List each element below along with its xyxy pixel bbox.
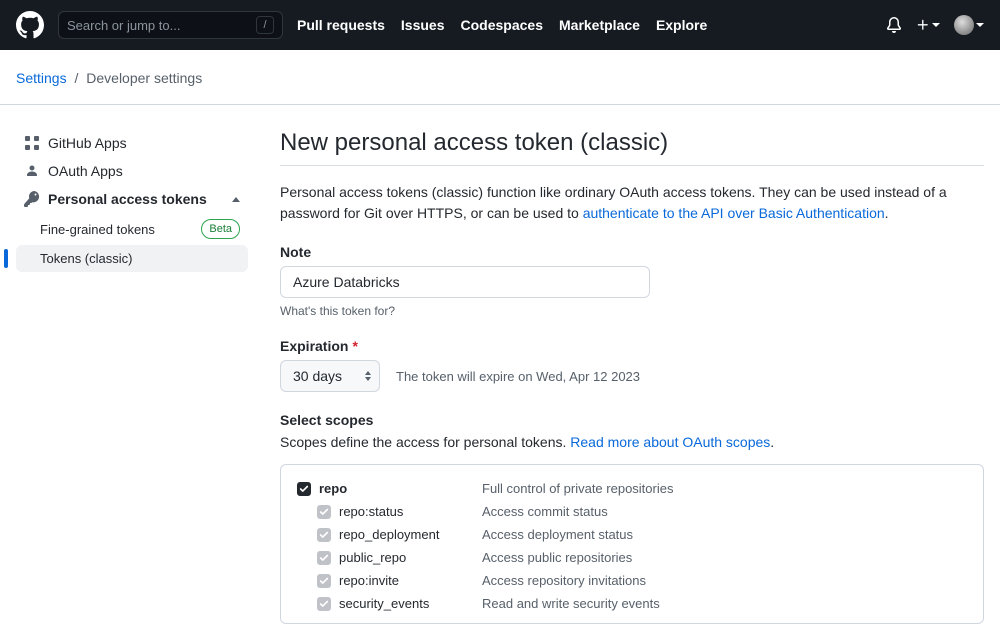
scope-description: Read and write security events	[482, 596, 660, 611]
scope-checkbox-public-repo[interactable]	[317, 551, 331, 565]
check-icon	[299, 484, 309, 494]
expiration-note: The token will expire on Wed, Apr 12 202…	[396, 369, 640, 384]
global-header: Search or jump to... / Pull requests Iss…	[0, 0, 1000, 50]
nav-marketplace[interactable]: Marketplace	[559, 17, 640, 33]
breadcrumb-current: Developer settings	[86, 70, 202, 86]
user-menu[interactable]	[954, 15, 984, 35]
scope-checkbox-repo-status[interactable]	[317, 505, 331, 519]
check-icon	[319, 507, 329, 517]
scope-row-repo-deployment: repo_deployment Access deployment status	[297, 523, 967, 546]
sidebar-item-label: Personal access tokens	[48, 191, 224, 207]
scopes-subtext: Scopes define the access for personal to…	[280, 434, 984, 450]
main-content: New personal access token (classic) Pers…	[280, 129, 984, 624]
nav-explore[interactable]: Explore	[656, 17, 707, 33]
search-placeholder: Search or jump to...	[67, 18, 256, 33]
scope-name: security_events	[339, 596, 429, 611]
sidebar-item-github-apps[interactable]: GitHub Apps	[16, 129, 248, 157]
scope-row-repo-invite: repo:invite Access repository invitation…	[297, 569, 967, 592]
scope-name: repo:invite	[339, 573, 399, 588]
check-icon	[319, 576, 329, 586]
avatar	[954, 15, 974, 35]
required-indicator: *	[352, 338, 357, 354]
breadcrumb-settings-link[interactable]: Settings	[16, 70, 67, 86]
person-icon	[24, 163, 40, 179]
nav-codespaces[interactable]: Codespaces	[461, 17, 543, 33]
scope-name: public_repo	[339, 550, 406, 565]
sidebar-item-personal-access-tokens[interactable]: Personal access tokens	[16, 185, 248, 213]
apps-icon	[24, 135, 40, 151]
scope-checkbox-security-events[interactable]	[317, 597, 331, 611]
scope-name: repo	[319, 481, 347, 496]
scopes-list: repo Full control of private repositorie…	[280, 464, 984, 624]
scope-description: Access deployment status	[482, 527, 633, 542]
expiration-select[interactable]: 30 days	[280, 360, 380, 392]
auth-api-link[interactable]: authenticate to the API over Basic Authe…	[583, 205, 885, 221]
slash-key-hint: /	[256, 16, 274, 34]
scope-checkbox-repo[interactable]	[297, 482, 311, 496]
scope-checkbox-repo-deployment[interactable]	[317, 528, 331, 542]
note-input[interactable]	[280, 266, 650, 298]
scope-description: Access repository invitations	[482, 573, 646, 588]
sidebar-item-label: Fine-grained tokens	[40, 222, 155, 237]
caret-down-icon	[932, 23, 940, 27]
chevron-up-icon	[232, 197, 240, 202]
expiration-value: 30 days	[293, 368, 342, 384]
sidebar-item-label: OAuth Apps	[48, 163, 240, 179]
scope-name: repo:status	[339, 504, 403, 519]
scope-description: Access public repositories	[482, 550, 632, 565]
expiration-label: Expiration*	[280, 338, 984, 354]
breadcrumb-separator: /	[74, 70, 78, 86]
check-icon	[319, 530, 329, 540]
select-scopes-heading: Select scopes	[280, 412, 984, 428]
sidebar-item-oauth-apps[interactable]: OAuth Apps	[16, 157, 248, 185]
sidebar-item-label: GitHub Apps	[48, 135, 240, 151]
notifications-button[interactable]	[886, 17, 902, 33]
search-input[interactable]: Search or jump to... /	[58, 11, 283, 39]
check-icon	[319, 553, 329, 563]
key-icon	[24, 191, 40, 207]
intro-text: Personal access tokens (classic) functio…	[280, 182, 984, 224]
bell-icon	[886, 17, 902, 33]
create-new-dropdown[interactable]	[916, 18, 940, 32]
caret-down-icon	[976, 23, 984, 27]
nav-pull-requests[interactable]: Pull requests	[297, 17, 385, 33]
sidebar-subitem-fine-grained[interactable]: Fine-grained tokens Beta	[16, 213, 248, 245]
scope-checkbox-repo-invite[interactable]	[317, 574, 331, 588]
scope-name: repo_deployment	[339, 527, 439, 542]
scope-row-public-repo: public_repo Access public repositories	[297, 546, 967, 569]
github-mark-icon	[16, 11, 44, 39]
scope-row-repo: repo Full control of private repositorie…	[297, 477, 967, 500]
sidebar-subitem-tokens-classic[interactable]: Tokens (classic)	[16, 245, 248, 272]
scope-row-security-events: security_events Read and write security …	[297, 592, 967, 615]
header-actions	[886, 15, 984, 35]
plus-icon	[916, 18, 930, 32]
page-title: New personal access token (classic)	[280, 129, 984, 166]
breadcrumb: Settings / Developer settings	[0, 50, 1000, 105]
note-label: Note	[280, 244, 984, 260]
scope-row-repo-status: repo:status Access commit status	[297, 500, 967, 523]
beta-badge: Beta	[201, 219, 240, 239]
scope-description: Full control of private repositories	[482, 481, 673, 496]
select-caret-icon	[365, 371, 371, 381]
sidebar: GitHub Apps OAuth Apps Personal access t…	[16, 129, 248, 624]
scope-description: Access commit status	[482, 504, 608, 519]
primary-nav: Pull requests Issues Codespaces Marketpl…	[297, 17, 707, 33]
oauth-scopes-link[interactable]: Read more about OAuth scopes	[570, 434, 770, 450]
check-icon	[319, 599, 329, 609]
sidebar-item-label: Tokens (classic)	[40, 251, 132, 266]
nav-issues[interactable]: Issues	[401, 17, 445, 33]
github-logo[interactable]	[16, 11, 44, 39]
note-hint: What's this token for?	[280, 304, 984, 318]
